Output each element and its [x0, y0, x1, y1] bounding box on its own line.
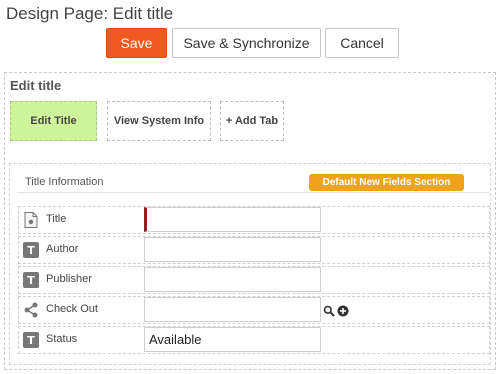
- status-input[interactable]: [144, 327, 321, 352]
- save-button[interactable]: Save: [106, 28, 167, 58]
- text-type-icon: T: [23, 332, 39, 348]
- publisher-input[interactable]: [144, 267, 321, 292]
- text-type-icon: T: [23, 272, 39, 288]
- cancel-button[interactable]: Cancel: [325, 28, 399, 58]
- default-section-badge: Default New Fields Section: [309, 174, 464, 191]
- panel-title: Edit title: [10, 78, 62, 93]
- search-icon[interactable]: [323, 304, 335, 322]
- document-icon: [23, 212, 39, 228]
- add-circle-icon[interactable]: [337, 304, 349, 322]
- field-label: Check Out: [46, 303, 98, 315]
- text-type-icon: T: [23, 242, 39, 258]
- tab-edit-title[interactable]: Edit Title: [10, 101, 97, 141]
- title-input[interactable]: [144, 207, 321, 232]
- page-title: Design Page: Edit title: [6, 4, 174, 23]
- share-icon: [23, 302, 39, 318]
- text-type-glyph: T: [23, 272, 39, 288]
- author-input[interactable]: [144, 237, 321, 262]
- field-label: Author: [46, 243, 79, 255]
- section-title: Title Information: [25, 176, 104, 188]
- section-divider: [17, 192, 489, 193]
- text-type-glyph: T: [23, 332, 39, 348]
- save-synchronize-button[interactable]: Save & Synchronize: [172, 28, 321, 58]
- field-label: Publisher: [46, 273, 92, 285]
- add-tab-button[interactable]: + Add Tab: [220, 101, 284, 141]
- tab-view-system-info[interactable]: View System Info: [107, 101, 211, 141]
- check-out-input[interactable]: [144, 297, 321, 322]
- field-label: Title: [46, 213, 67, 225]
- text-type-glyph: T: [23, 242, 39, 258]
- field-label: Status: [46, 333, 78, 345]
